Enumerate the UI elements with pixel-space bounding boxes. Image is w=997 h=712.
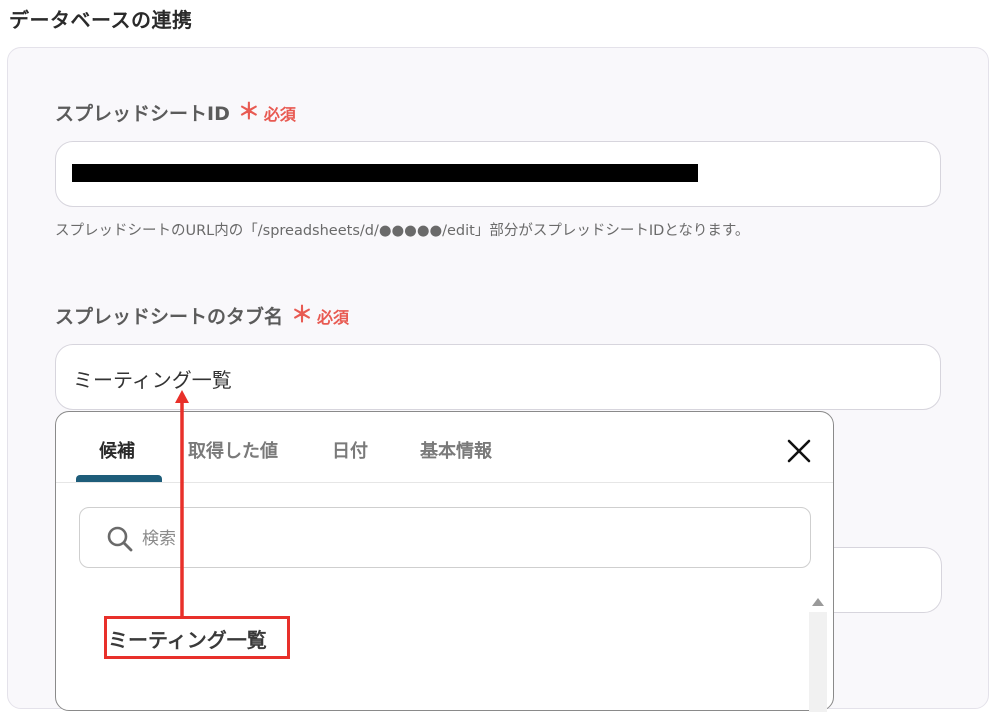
sheet-id-label: スプレッドシートID ＊ 必須 — [55, 99, 296, 126]
highlight-arrow-icon — [175, 390, 189, 618]
scroll-up-arrow-icon[interactable] — [812, 598, 824, 606]
search-input[interactable] — [140, 520, 784, 558]
active-tab-indicator — [76, 475, 162, 482]
required-text: 必須 — [317, 307, 350, 327]
scrollbar[interactable] — [809, 612, 827, 712]
required-badge: ＊ 必須 — [238, 101, 296, 125]
tab-name-label: スプレッドシートのタブ名 ＊ 必須 — [55, 302, 349, 329]
sheet-id-help-text: スプレッドシートのURL内の「/spreadsheets/d/●●●●●/edi… — [55, 223, 750, 239]
tab-name-label-text: スプレッドシートのタブ名 — [55, 306, 284, 328]
tab-basic-info[interactable]: 基本情報 — [420, 437, 492, 463]
required-asterisk: ＊ — [237, 99, 260, 125]
required-text: 必須 — [263, 104, 296, 124]
obscured-input[interactable] — [834, 547, 942, 613]
highlight-box — [104, 616, 290, 659]
tab-name-value: ミーティング一覧 — [73, 368, 232, 392]
sheet-id-input[interactable] — [55, 141, 941, 207]
sheet-id-label-text: スプレッドシートID — [55, 103, 230, 125]
redacted-value — [72, 164, 698, 182]
required-asterisk: ＊ — [291, 302, 314, 328]
tab-retrieved-values[interactable]: 取得した値 — [188, 437, 278, 463]
search-icon — [106, 525, 134, 553]
close-icon[interactable] — [784, 436, 814, 466]
required-badge: ＊ 必須 — [291, 304, 349, 328]
page-title: データベースの連携 — [9, 8, 193, 32]
tab-candidates[interactable]: 候補 — [99, 437, 135, 463]
tab-date[interactable]: 日付 — [332, 437, 368, 463]
